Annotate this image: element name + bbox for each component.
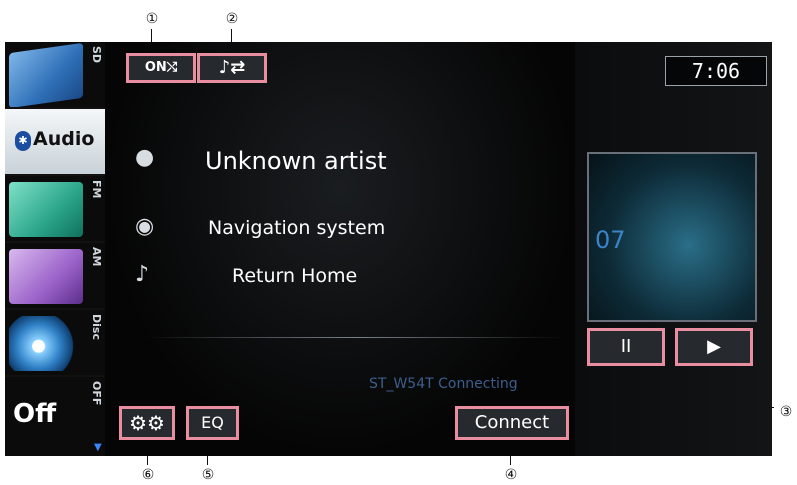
- source-sidebar: SD ✱ Audio FM AM Disc Off OFF ▼: [5, 42, 105, 456]
- source-label-sd: SD: [90, 46, 103, 64]
- song-title: Return Home: [232, 265, 358, 287]
- settings-button[interactable]: ⚙⚙: [119, 406, 175, 440]
- clock: 7:06: [665, 56, 767, 86]
- track-number: 07: [595, 226, 626, 254]
- artist-row: ● Unknown artist: [135, 145, 565, 185]
- callout-3: ③: [779, 404, 793, 420]
- now-playing-main: ON⤭ ♪⇄ ● Unknown artist ◉ Navigation sys…: [105, 42, 575, 456]
- callout-6: ⑥: [141, 467, 155, 483]
- repeat-button[interactable]: ♪⇄: [197, 53, 267, 83]
- callout-4: ④: [504, 467, 518, 483]
- random-button[interactable]: ON⤭: [126, 53, 196, 83]
- source-label-audio: Audio: [33, 128, 95, 150]
- disc-icon: [9, 316, 83, 371]
- source-tab-sd[interactable]: SD: [5, 42, 105, 109]
- album-disc-icon: ◉: [135, 214, 155, 239]
- album-art: 07: [587, 152, 757, 322]
- callout-5: ⑤: [201, 467, 215, 483]
- connect-button[interactable]: Connect: [455, 406, 569, 440]
- right-panel: 7:06 07 II ▶: [575, 42, 772, 456]
- source-tab-am[interactable]: AM: [5, 243, 105, 310]
- head-unit-screen: SD ✱ Audio FM AM Disc Off OFF ▼ ON⤭ ♪⇄ ●…: [5, 42, 772, 456]
- am-radio-icon: [9, 249, 83, 304]
- eq-button[interactable]: EQ: [186, 406, 239, 440]
- source-tab-fm[interactable]: FM: [5, 176, 105, 243]
- source-tab-off[interactable]: Off OFF: [5, 377, 105, 456]
- callout-2: ②: [225, 11, 239, 27]
- scroll-down-icon[interactable]: ▼: [94, 442, 102, 453]
- bluetooth-icon: ✱: [15, 131, 31, 151]
- album-name: Navigation system: [208, 217, 386, 239]
- fm-radio-icon: [9, 182, 83, 237]
- album-row: ◉ Navigation system: [135, 214, 565, 248]
- source-label-am: AM: [90, 247, 103, 267]
- artist-icon: ●: [135, 145, 155, 170]
- source-label-off: OFF: [90, 381, 103, 406]
- title-row: ♪ Return Home: [135, 262, 565, 296]
- source-tab-audio[interactable]: ✱ Audio: [5, 109, 105, 176]
- artist-name: Unknown artist: [205, 147, 387, 175]
- gear-icon: ⚙⚙: [129, 411, 165, 435]
- music-note-icon: ♪: [135, 262, 150, 287]
- callout-1: ①: [145, 11, 159, 27]
- pause-button[interactable]: II: [587, 328, 665, 366]
- play-button[interactable]: ▶: [675, 328, 753, 366]
- source-label-fm: FM: [90, 180, 103, 199]
- divider: [145, 337, 565, 338]
- connection-status: ST_W54T Connecting: [369, 376, 518, 392]
- source-label-disc: Disc: [90, 314, 103, 340]
- sd-card-icon: [9, 42, 83, 107]
- off-art-label: Off: [13, 399, 57, 429]
- source-tab-disc[interactable]: Disc: [5, 310, 105, 377]
